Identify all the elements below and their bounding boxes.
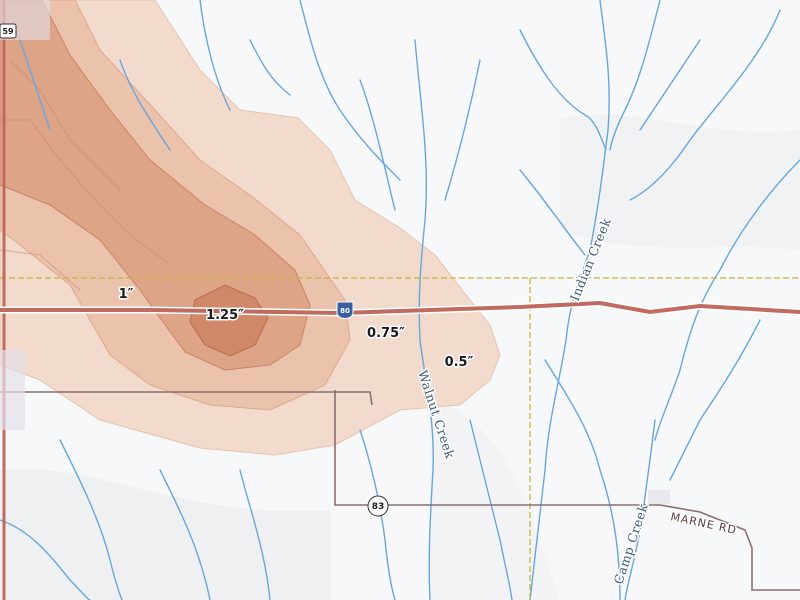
- contour-label-1-25: 1.25″: [206, 308, 244, 323]
- contour-label-0-5: 0.5″: [445, 355, 474, 370]
- hail-swath-map[interactable]: 80 83 59 1″ 1.25″ 0.75″ 0.5″ Indian Cree…: [0, 0, 800, 600]
- shield-highway-83[interactable]: 83: [367, 495, 389, 517]
- map-canvas: 80 83 59 1″ 1.25″ 0.75″ 0.5″ Indian Cree…: [0, 0, 800, 600]
- shield-83-label: 83: [372, 502, 385, 512]
- shield-59-label: 59: [2, 27, 14, 36]
- contour-label-0-75: 0.75″: [367, 326, 405, 341]
- shield-interstate-label: 80: [340, 307, 350, 315]
- shield-interstate-80[interactable]: 80: [336, 301, 354, 319]
- contour-label-1: 1″: [119, 287, 134, 302]
- shield-highway-59[interactable]: 59: [0, 23, 17, 39]
